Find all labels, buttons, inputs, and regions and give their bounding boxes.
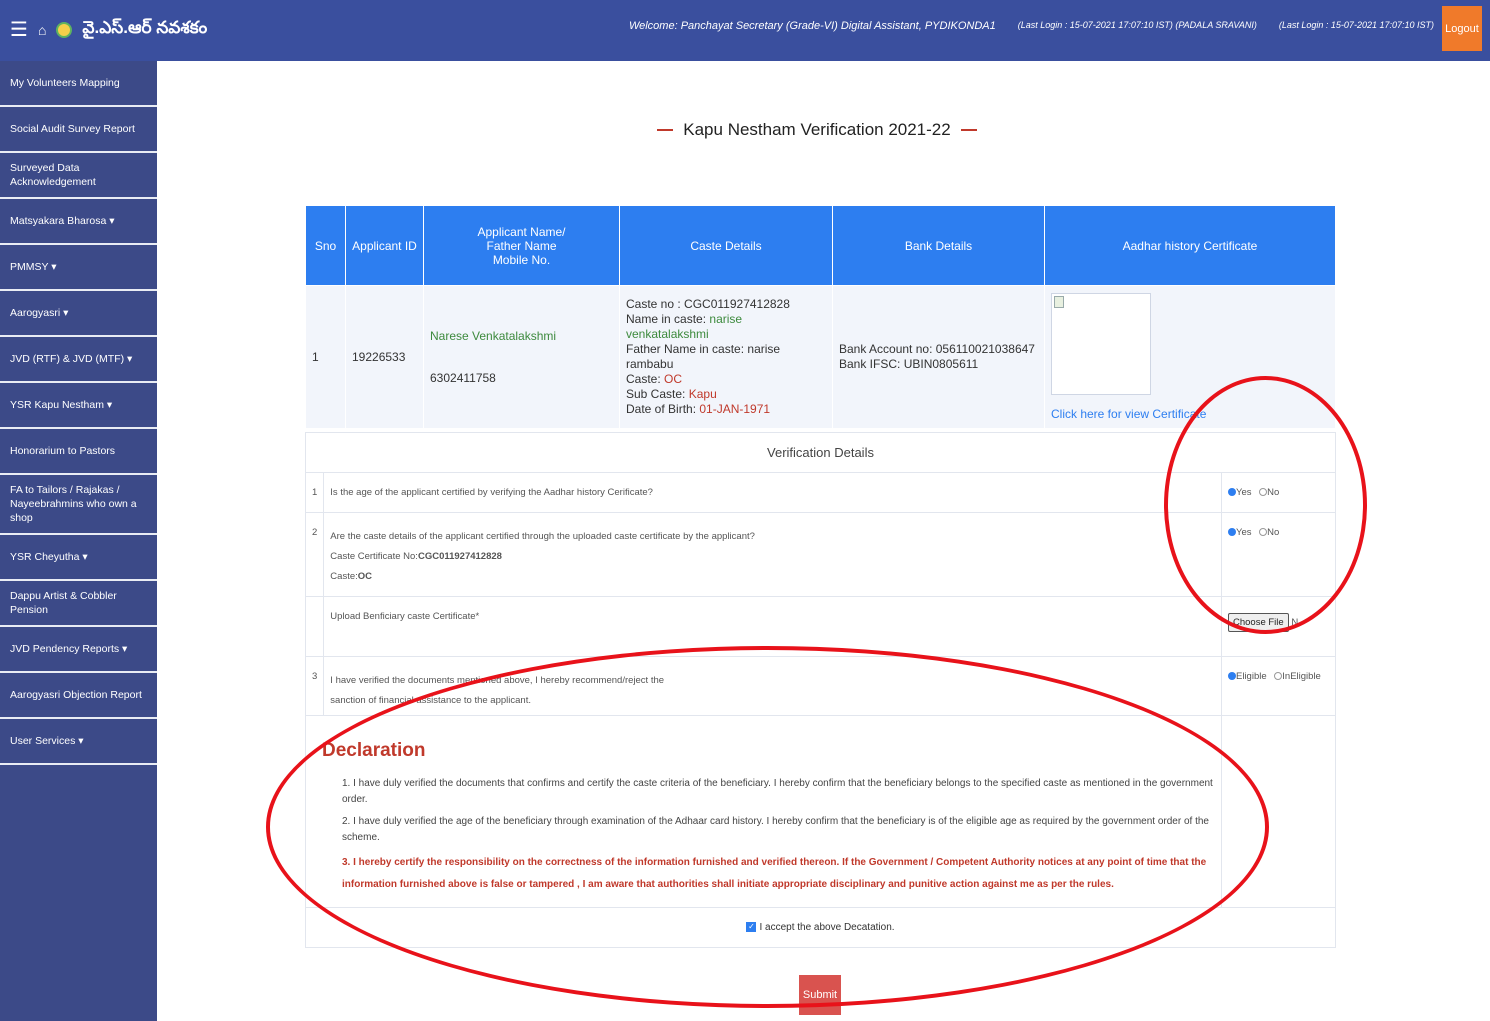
last-login-text-2: (Last Login : 15-07-2021 17:07:10 IST) (1278, 20, 1434, 30)
app-title: వై.ఎస్.ఆర్ నవశకం (82, 18, 208, 37)
title-divider-left (657, 129, 674, 131)
welcome-text: Welcome: Panchayat Secretary (Grade-VI) … (628, 20, 996, 32)
sidebar-item-aarogyasri[interactable]: Aarogyasri ▾ (0, 291, 157, 337)
sidebar-item-social-audit-survey-report[interactable]: Social Audit Survey Report (0, 107, 157, 153)
certificate-image[interactable] (1051, 293, 1151, 395)
q2-cert-line: Caste Certificate No:CGC011927412828 (330, 547, 1215, 567)
q1-text: Is the age of the applicant certified by… (323, 472, 1222, 513)
cell-applicant-name: Narese Venkatalakshmi 6302411758 (423, 285, 620, 429)
bank-ifsc-line: Bank IFSC: UBIN0805611 (839, 357, 1038, 372)
col-aadhar-certificate: Aadhar history Certificate (1044, 205, 1336, 286)
father-in-caste-line: Father Name in caste: narise rambabu (626, 342, 826, 372)
cell-caste-details: Caste no : CGC011927412828 Name in caste… (619, 285, 833, 429)
caste-label: Caste: (626, 372, 661, 386)
page-title: Kapu Nestham Verification 2021-22 (657, 120, 977, 140)
last-login-text: (Last Login : 15-07-2021 17:07:10 IST) (… (1017, 20, 1257, 30)
table-header-row: Sno Applicant ID Applicant Name/ Father … (305, 205, 1336, 286)
q2-number: 2 (304, 512, 325, 597)
sidebar-item-honorarium-to-pastors[interactable]: Honorarium to Pastors (0, 429, 157, 475)
applicant-mobile: 6302411758 (430, 371, 496, 385)
ineligible-label: InEligible (1282, 671, 1321, 682)
cell-applicant-id: 19226533 (345, 285, 424, 429)
father-in-caste-label: Father Name in caste: (626, 342, 745, 356)
annotation-ellipse-options (1164, 376, 1367, 634)
sidebar-item-ysr-cheyutha[interactable]: YSR Cheyutha ▾ (0, 535, 157, 581)
col-applicant-id: Applicant ID (345, 205, 424, 286)
table-row: 1 19226533 Narese Venkatalakshmi 6302411… (305, 285, 1336, 429)
q2-cert-value: CGC011927412828 (417, 551, 502, 562)
col-caste-details: Caste Details (619, 205, 833, 286)
home-icon[interactable]: ⌂ (38, 22, 46, 38)
upload-number-cell (304, 596, 325, 657)
sidebar-item-jvd-pendency-reports[interactable]: JVD Pendency Reports ▾ (0, 627, 157, 673)
q2-text: Are the caste details of the applicant c… (330, 531, 755, 542)
sidebar-item-aarogyasri-objection-report[interactable]: Aarogyasri Objection Report (0, 673, 157, 719)
dob-line: Date of Birth: 01-JAN-1971 (626, 402, 826, 417)
q2-content: Are the caste details of the applicant c… (323, 512, 1222, 597)
caste-no-value: CGC011927412828 (684, 297, 790, 311)
bank-ifsc-label: Bank IFSC: (839, 357, 901, 371)
annotation-ellipse-declaration (266, 646, 1269, 1008)
q1-number: 1 (304, 472, 325, 513)
sidebar-item-fa-to-tailors[interactable]: FA to Tailors / Rajakas / Nayeebrahmins … (0, 475, 157, 535)
q2-caste-value: OC (357, 571, 373, 582)
sidebar-item-pmmsy[interactable]: PMMSY ▾ (0, 245, 157, 291)
sidebar-item-matsyakara-bharosa[interactable]: Matsyakara Bharosa ▾ (0, 199, 157, 245)
sub-caste-value: Kapu (688, 387, 717, 401)
sidebar-item-user-services[interactable]: User Services ▾ (0, 719, 157, 765)
bank-account-line: Bank Account no: 056110021038647 (839, 342, 1038, 357)
caste-value: OC (664, 372, 683, 386)
col-bank-details: Bank Details (832, 205, 1045, 286)
menu-icon[interactable]: ☰ (10, 20, 28, 40)
top-navbar: ☰ ⌂ వై.ఎస్.ఆర్ నవశకం Welcome: Panchayat … (0, 0, 1490, 61)
cell-sno: 1 (305, 285, 346, 429)
q3-number: 3 (304, 656, 325, 716)
sub-caste-line: Sub Caste: Kapu (626, 387, 826, 402)
sidebar-item-my-volunteers-mapping[interactable]: My Volunteers Mapping (0, 61, 157, 107)
sub-caste-label: Sub Caste: (626, 387, 686, 401)
caste-no-label: Caste no : (626, 297, 681, 311)
sidebar-item-surveyed-data-acknowledgement[interactable]: Surveyed Data Acknowledgement (0, 153, 157, 199)
col-name-line3: Mobile No. (492, 252, 551, 267)
title-divider-right (960, 129, 977, 131)
col-sno: Sno (305, 205, 346, 286)
cell-bank-details: Bank Account no: 056110021038647 Bank IF… (832, 285, 1045, 429)
bank-ifsc-value: UBIN0805611 (903, 357, 979, 371)
eligible-radio[interactable] (1228, 672, 1236, 681)
caste-no-line: Caste no : CGC011927412828 (626, 297, 826, 312)
caste-line: Caste: OC (626, 372, 826, 387)
applicant-name: Narese Venkatalakshmi (430, 329, 557, 343)
q2-caste-line: Caste:OC (330, 567, 1215, 587)
navbar-left: ☰ ⌂ వై.ఎస్.ఆర్ నవశకం (10, 18, 207, 42)
name-in-caste-line: Name in caste: narise venkatalakshmi (626, 312, 826, 342)
logout-button[interactable]: Logout (1442, 6, 1482, 51)
col-name-line2: Father Name (486, 238, 557, 253)
q2-cert-label: Caste Certificate No: (330, 551, 418, 562)
name-in-caste-label: Name in caste: (626, 312, 707, 326)
app-logo-icon (56, 22, 73, 38)
sidebar-item-ysr-kapu-nestham[interactable]: YSR Kapu Nestham ▾ (0, 383, 157, 429)
sidebar: My Volunteers Mapping Social Audit Surve… (0, 61, 157, 1021)
dob-label: Date of Birth: (626, 402, 697, 416)
q3-options: Eligible InEligible (1221, 656, 1336, 716)
sidebar-item-jvd[interactable]: JVD (RTF) & JVD (MTF) ▾ (0, 337, 157, 383)
bank-account-label: Bank Account no: (839, 342, 933, 356)
navbar-user-info: Welcome: Panchayat Secretary (Grade-VI) … (629, 20, 1434, 32)
q2-caste-label: Caste: (330, 571, 358, 582)
eligible-label: Eligible (1236, 671, 1267, 682)
bank-account-value: 056110021038647 (935, 342, 1035, 356)
col-applicant-name: Applicant Name/ Father Name Mobile No. (423, 205, 620, 286)
sidebar-item-dappu-artist-cobbler-pension[interactable]: Dappu Artist & Cobbler Pension (0, 581, 157, 627)
applicant-table: Sno Applicant ID Applicant Name/ Father … (305, 205, 1336, 429)
page-title-text: Kapu Nestham Verification 2021-22 (683, 120, 951, 139)
col-name-line1: Applicant Name/ (477, 224, 566, 239)
broken-image-icon (1054, 296, 1064, 308)
dob-value: 01-JAN-1971 (699, 402, 771, 416)
